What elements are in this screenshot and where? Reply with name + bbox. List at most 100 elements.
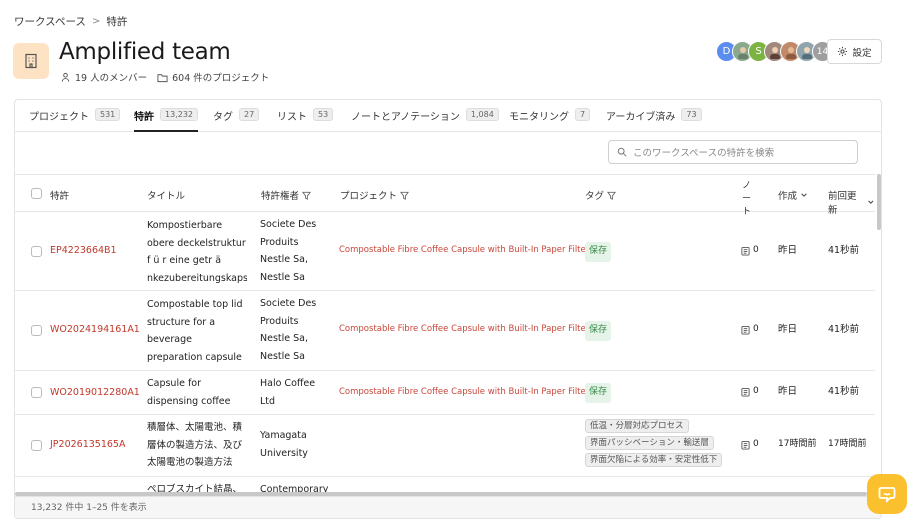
- updated-date: 41秒前: [828, 324, 860, 335]
- note-icon: [741, 387, 750, 397]
- team-meta: 19 人のメンバー 604 件のプロジェクト: [60, 70, 269, 84]
- col-project[interactable]: プロジェクト: [340, 188, 410, 202]
- search-placeholder: このワークスペースの特許を検索: [633, 148, 775, 159]
- tab-count: 53: [313, 108, 334, 121]
- tab-lists[interactable]: リスト 53: [277, 108, 334, 132]
- tab-label: モニタリング: [509, 112, 569, 123]
- breadcrumb-separator: >: [91, 16, 101, 27]
- created-date: 昨日: [778, 386, 798, 397]
- page-title: Amplified team: [59, 39, 231, 65]
- filter-icon[interactable]: [302, 191, 312, 200]
- chevron-down-icon: [801, 193, 807, 197]
- chat-support-button[interactable]: [867, 474, 907, 514]
- table-header: 特許 タイトル 特許権者 プロジェクト タグ ノート 作成 前回更新: [15, 174, 875, 217]
- tab-count: 73: [681, 108, 702, 121]
- tab-monitoring[interactable]: モニタリング 7: [509, 108, 591, 132]
- col-patent[interactable]: 特許: [50, 188, 69, 202]
- updated-date: 41秒前: [828, 245, 860, 256]
- tab-patents[interactable]: 特許 13,232: [134, 108, 198, 132]
- settings-label: 設定: [852, 47, 872, 59]
- assignee: Societe Des Produits Nestle Sa, Nestle S…: [260, 298, 317, 362]
- created-date: 17時間前: [778, 439, 817, 449]
- project-link[interactable]: Compostable Fibre Coffee Capsule with Bu…: [339, 321, 589, 339]
- note-count[interactable]: 0: [741, 383, 759, 401]
- tag-list: 保存: [585, 321, 612, 341]
- note-count[interactable]: 0: [741, 436, 759, 454]
- filter-icon[interactable]: [607, 191, 617, 200]
- tab-archived[interactable]: アーカイブ済み 73: [606, 108, 702, 132]
- tag-badge[interactable]: 低温・分層対応プロセス: [585, 419, 689, 433]
- tab-count: 1,084: [465, 108, 499, 121]
- tab-count: 27: [239, 108, 260, 121]
- patent-id-link[interactable]: WO2019012280A1: [50, 384, 140, 402]
- member-count[interactable]: 19 人のメンバー: [60, 70, 147, 84]
- settings-button[interactable]: 設定: [827, 39, 882, 64]
- assignee: Societe Des Produits Nestle Sa, Nestle S…: [260, 219, 317, 283]
- member-avatars[interactable]: D S 14: [716, 41, 833, 62]
- row-checkbox[interactable]: [31, 325, 42, 336]
- col-assignee[interactable]: 特許権者: [261, 188, 312, 202]
- breadcrumb-current: 特許: [106, 16, 128, 28]
- breadcrumb: ワークスペース > 特許: [14, 14, 127, 29]
- tag-badge[interactable]: 保存: [585, 242, 612, 262]
- created-date: 昨日: [778, 324, 798, 335]
- tab-count: 531: [95, 108, 121, 121]
- vertical-scrollbar[interactable]: [877, 174, 881, 230]
- patent-id-link[interactable]: WO2024194161A1: [50, 321, 140, 339]
- col-created[interactable]: 作成: [778, 188, 808, 202]
- assignee: Yamagata University: [260, 430, 308, 459]
- note-count[interactable]: 0: [741, 321, 759, 339]
- table-row[interactable]: EP4223664B1 Kompostierbare obere deckels…: [15, 212, 875, 291]
- row-checkbox[interactable]: [31, 387, 42, 398]
- tab-label: リスト: [277, 112, 307, 123]
- tab-label: ノートとアノテーション: [351, 112, 460, 123]
- folder-icon: [157, 73, 168, 82]
- tag-list: 低温・分層対応プロセス 界面パッシベーション・輸送層 界面欠陥による効率・安定性…: [585, 419, 735, 470]
- col-tags[interactable]: タグ: [585, 188, 617, 202]
- tag-badge[interactable]: 界面パッシベーション・輸送層: [585, 436, 714, 450]
- tag-list: 保存: [585, 242, 612, 262]
- members-icon: [61, 72, 70, 82]
- breadcrumb-workspace[interactable]: ワークスペース: [14, 14, 86, 29]
- tab-label: タグ: [213, 112, 233, 123]
- assignee: Halo Coffee Ltd: [260, 378, 316, 407]
- search-icon: [617, 147, 627, 157]
- building-icon: [13, 43, 49, 79]
- col-title[interactable]: タイトル: [147, 188, 185, 202]
- note-count[interactable]: 0: [741, 242, 759, 260]
- tag-badge[interactable]: 保存: [585, 321, 612, 341]
- gear-icon: [838, 46, 848, 57]
- project-link[interactable]: Compostable Fibre Coffee Capsule with Bu…: [339, 242, 589, 260]
- tab-count: 13,232: [160, 108, 198, 121]
- note-icon: [741, 440, 750, 450]
- filter-icon[interactable]: [400, 191, 410, 200]
- project-count[interactable]: 604 件のプロジェクト: [157, 70, 269, 84]
- note-icon: [741, 246, 750, 256]
- table-row[interactable]: WO2019012280A1 Capsule for dispensing co…: [15, 371, 875, 415]
- tab-label: 特許: [134, 112, 154, 123]
- patent-title[interactable]: Kompostierbare obere deckelstruktur f ü …: [147, 217, 247, 287]
- updated-date: 17時間前: [828, 439, 867, 449]
- row-checkbox[interactable]: [31, 246, 42, 257]
- project-link[interactable]: Compostable Fibre Coffee Capsule with Bu…: [339, 384, 589, 402]
- patent-table-card: プロジェクト 531 特許 13,232 タグ 27 リスト 53 ノートとアノ…: [14, 99, 882, 519]
- tag-badge[interactable]: 保存: [585, 383, 612, 403]
- patent-title[interactable]: Compostable top lid structure for a beve…: [147, 296, 247, 366]
- row-checkbox[interactable]: [31, 440, 42, 451]
- patent-title[interactable]: Capsule for dispensing coffee: [147, 375, 247, 410]
- created-date: 昨日: [778, 245, 798, 256]
- tab-tags[interactable]: タグ 27: [213, 108, 260, 132]
- patent-id-link[interactable]: EP4223664B1: [50, 242, 117, 260]
- tab-projects[interactable]: プロジェクト 531: [29, 108, 121, 132]
- table-row[interactable]: WO2024194161A1 Compostable top lid struc…: [15, 291, 875, 371]
- tab-label: アーカイブ済み: [606, 112, 676, 123]
- updated-date: 41秒前: [828, 386, 860, 397]
- select-all-checkbox[interactable]: [31, 188, 42, 199]
- tab-notes-annotations[interactable]: ノートとアノテーション 1,084: [351, 108, 499, 132]
- table-row[interactable]: JP2026135165A 積層体、太陽電池、積層体の製造方法、及び太陽電池の製…: [15, 415, 875, 477]
- tag-badge[interactable]: 界面欠陥による効率・安定性低下: [585, 453, 723, 467]
- patent-title[interactable]: 積層体、太陽電池、積層体の製造方法、及び太陽電池の製造方法: [147, 419, 243, 472]
- patent-id-link[interactable]: JP2026135165A: [50, 436, 125, 454]
- search-input[interactable]: このワークスペースの特許を検索: [608, 140, 858, 164]
- pagination-info: 13,232 件中 1–25 件を表示: [15, 496, 881, 518]
